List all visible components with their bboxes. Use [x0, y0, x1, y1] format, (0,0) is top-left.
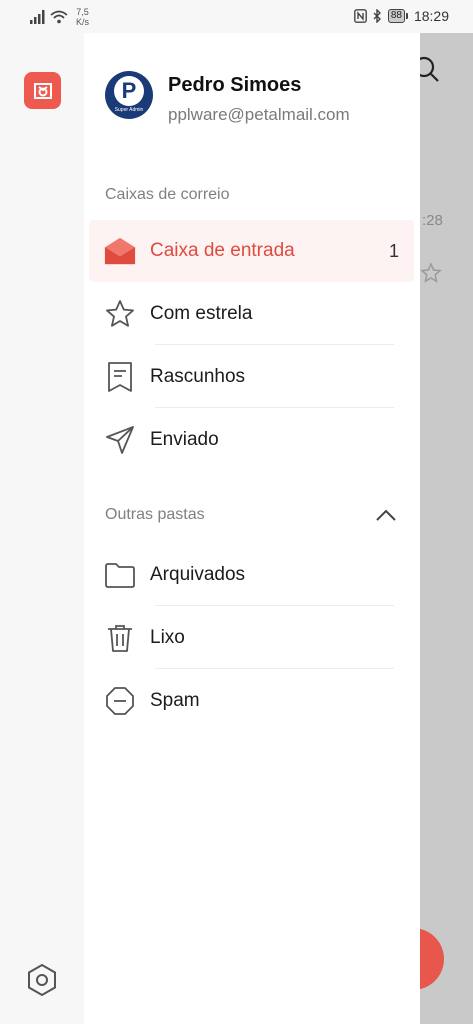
mail-app-logo-icon[interactable]	[24, 72, 61, 109]
star-icon	[104, 298, 136, 330]
divider	[155, 668, 394, 669]
folder-icon	[104, 559, 136, 591]
nfc-icon	[353, 9, 367, 23]
folder-label-spam: Spam	[150, 690, 200, 711]
divider	[155, 605, 394, 606]
avatar[interactable]: P Super Admin	[105, 71, 153, 119]
background-timestamp: :28	[422, 212, 443, 229]
divider	[155, 344, 394, 345]
avatar-subtext: Super Admin	[114, 107, 144, 113]
account-info: Pedro Simoes pplware@petalmail.com	[168, 74, 350, 125]
network-speed-unit: K/s	[76, 17, 90, 27]
avatar-letter: P	[114, 76, 144, 106]
divider	[155, 407, 394, 408]
trash-icon	[104, 622, 136, 654]
folder-item-inbox[interactable]: Caixa de entrada 1	[89, 220, 414, 282]
signal-icon	[30, 10, 45, 24]
clock: 18:29	[413, 8, 449, 24]
send-icon	[104, 424, 136, 456]
status-bar-left: 7,5 K/s	[30, 7, 89, 27]
other-folders-header-label: Outras pastas	[105, 506, 205, 523]
folder-label-trash: Lixo	[150, 627, 185, 648]
mailboxes-section-header: Caixas de correio	[105, 186, 401, 204]
account-name: Pedro Simoes	[168, 74, 302, 96]
account-header[interactable]: P Super Admin Pedro Simoes pplware@petal…	[105, 71, 350, 125]
folder-label-archived: Arquivados	[150, 564, 246, 585]
battery-level: 88	[387, 9, 405, 23]
folder-item-spam[interactable]: Spam	[89, 670, 414, 732]
bluetooth-icon	[373, 9, 381, 23]
chevron-up-icon[interactable]	[375, 508, 397, 522]
spam-icon	[104, 685, 136, 717]
mailboxes-header-label: Caixas de correio	[105, 186, 230, 203]
folder-item-archived[interactable]: Arquivados	[89, 544, 414, 606]
other-folders-section-header[interactable]: Outras pastas	[105, 506, 401, 524]
folder-item-trash[interactable]: Lixo	[89, 607, 414, 669]
network-speed: 7,5 K/s	[76, 7, 89, 27]
account-rail	[0, 33, 84, 1024]
folder-item-starred[interactable]: Com estrela	[89, 283, 414, 345]
unread-count-badge: 1	[388, 240, 399, 261]
navigation-drawer: P Super Admin Pedro Simoes pplware@petal…	[84, 33, 420, 1024]
settings-icon[interactable]	[24, 962, 60, 998]
status-bar-right: 88 18:29	[353, 8, 449, 24]
network-speed-value: 7,5	[76, 7, 89, 17]
folder-item-sent[interactable]: Enviado	[89, 409, 414, 471]
battery-tip	[405, 13, 408, 19]
folder-label-drafts: Rascunhos	[150, 366, 246, 387]
background-scrim[interactable]	[420, 33, 473, 1024]
drafts-icon	[104, 361, 136, 393]
inbox-icon	[104, 235, 136, 267]
folder-label-inbox: Caixa de entrada	[150, 240, 295, 261]
folder-label-sent: Enviado	[150, 429, 219, 450]
battery-icon: 88	[387, 9, 408, 23]
folder-label-starred: Com estrela	[150, 303, 253, 324]
wifi-icon	[50, 10, 68, 24]
status-bar: 7,5 K/s 88 18:29	[0, 0, 473, 33]
folder-item-drafts[interactable]: Rascunhos	[89, 346, 414, 408]
account-email: pplware@petalmail.com	[168, 105, 350, 124]
background-star-icon	[420, 262, 442, 283]
